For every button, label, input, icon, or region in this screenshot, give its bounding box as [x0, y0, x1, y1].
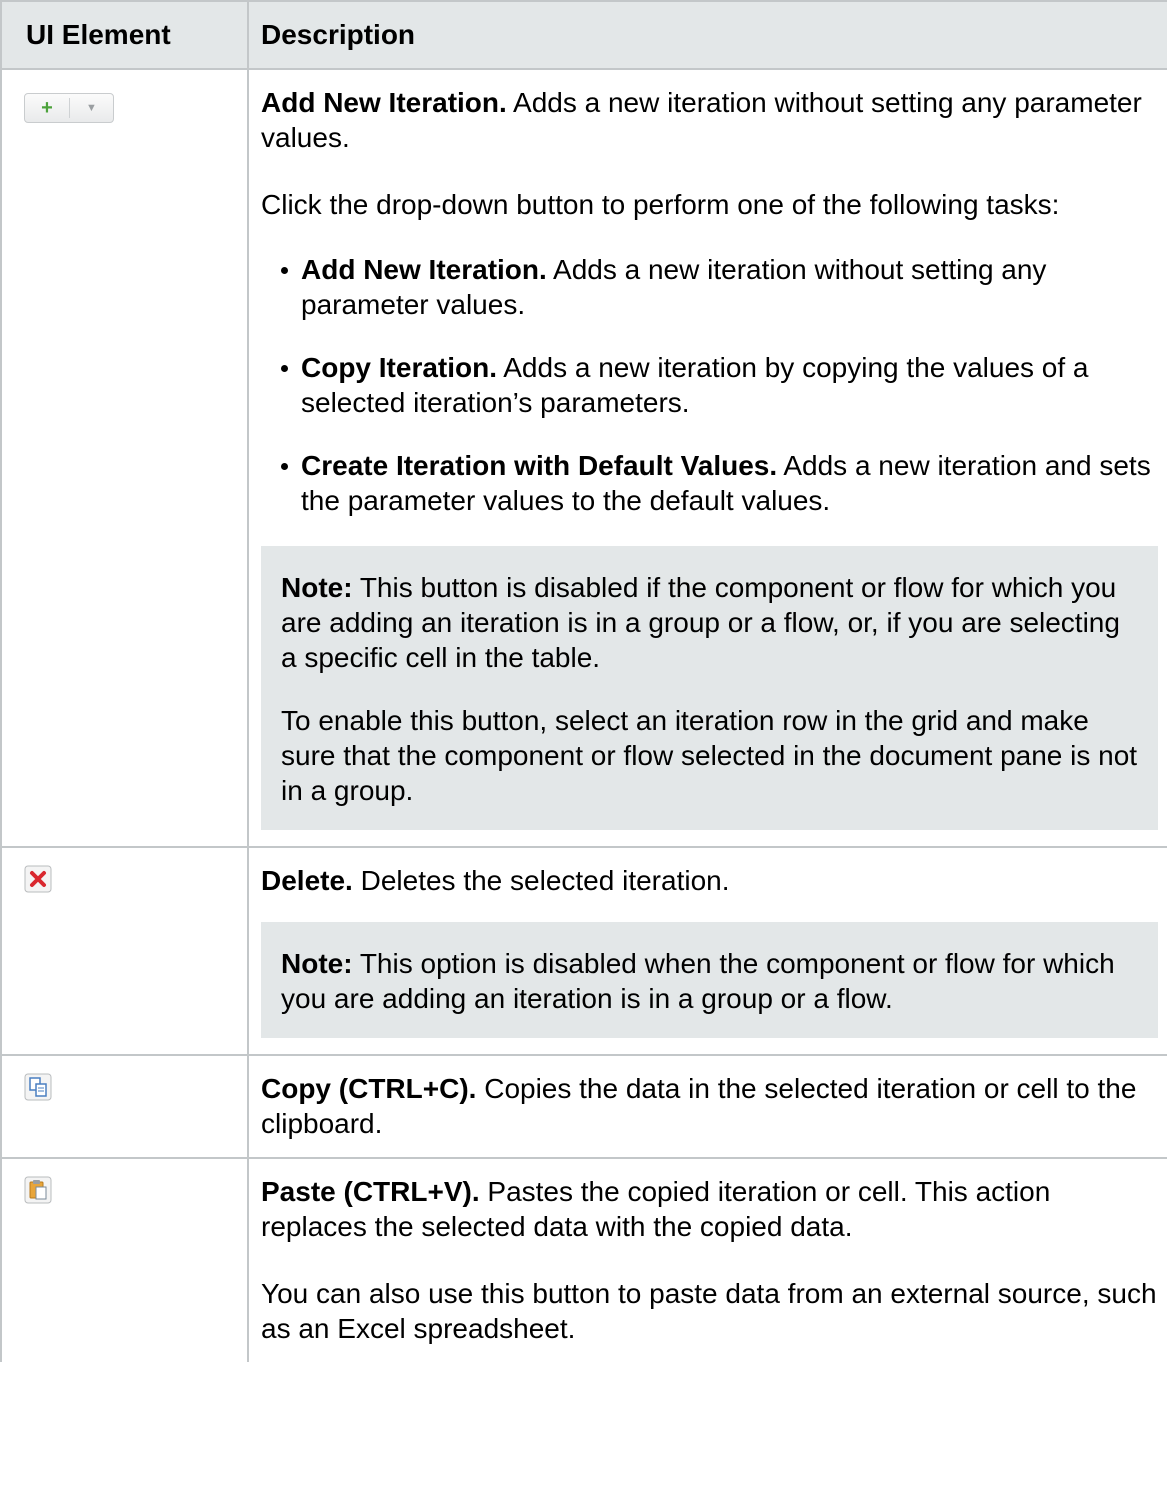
- note-label: Note:: [281, 572, 353, 603]
- option-title: Copy Iteration.: [301, 352, 498, 383]
- ui-element-cell: [0, 1158, 249, 1362]
- description-paragraph: Add New Iteration. Adds a new iteration …: [261, 85, 1158, 155]
- description-cell: Delete. Deletes the selected iteration. …: [247, 847, 1167, 1056]
- element-title: Add New Iteration.: [261, 87, 507, 118]
- description-cell: Copy (CTRL+C). Copies the data in the se…: [247, 1055, 1167, 1159]
- list-item: Add New Iteration. Adds a new iteration …: [261, 252, 1158, 322]
- note-label: Note:: [281, 948, 353, 979]
- option-title: Create Iteration with Default Values.: [301, 450, 778, 481]
- description-cell: Paste (CTRL+V). Pastes the copied iterat…: [247, 1158, 1167, 1362]
- list-item: Copy Iteration. Adds a new iteration by …: [261, 350, 1158, 420]
- element-description: Deletes the selected iteration.: [352, 865, 730, 896]
- table-header-row: UI Element Description: [0, 0, 1167, 70]
- ui-element-cell: + ▼: [0, 69, 249, 848]
- table-row: + ▼ Add New Iteration. Adds a new iterat…: [0, 69, 1167, 848]
- note-text: This button is disabled if the component…: [281, 572, 1120, 673]
- copy-icon: [24, 1073, 52, 1101]
- element-title: Copy (CTRL+C).: [261, 1073, 477, 1104]
- description-cell: Add New Iteration. Adds a new iteration …: [247, 69, 1167, 848]
- description-paragraph: Paste (CTRL+V). Pastes the copied iterat…: [261, 1174, 1158, 1244]
- table-row: Delete. Deletes the selected iteration. …: [0, 847, 1167, 1056]
- column-header-description: Description: [247, 0, 1167, 70]
- option-title: Add New Iteration.: [301, 254, 547, 285]
- note-box: Note: This button is disabled if the com…: [261, 546, 1158, 830]
- plus-icon: +: [41, 97, 53, 119]
- option-list: Add New Iteration. Adds a new iteration …: [261, 252, 1158, 518]
- paste-icon: [24, 1176, 52, 1204]
- add-iteration-split-button-icon: + ▼: [24, 93, 114, 123]
- description-paragraph: Click the drop-down button to perform on…: [261, 189, 1060, 220]
- ui-element-cell: [0, 847, 249, 1056]
- chevron-down-icon: ▼: [86, 102, 97, 114]
- description-paragraph: You can also use this button to paste da…: [261, 1278, 1157, 1344]
- table-row: Paste (CTRL+V). Pastes the copied iterat…: [0, 1158, 1167, 1362]
- delete-icon: [24, 865, 52, 893]
- ui-element-cell: [0, 1055, 249, 1159]
- note-paragraph: To enable this button, select an iterati…: [281, 705, 1138, 806]
- bullet-icon: [281, 463, 288, 470]
- note-paragraph: Note: This option is disabled when the c…: [281, 946, 1138, 1016]
- table-row: Copy (CTRL+C). Copies the data in the se…: [0, 1055, 1167, 1159]
- description-paragraph: Copy (CTRL+C). Copies the data in the se…: [261, 1071, 1158, 1141]
- list-item: Create Iteration with Default Values. Ad…: [261, 448, 1158, 518]
- element-title: Paste (CTRL+V).: [261, 1176, 480, 1207]
- description-paragraph: Delete. Deletes the selected iteration.: [261, 863, 1158, 898]
- note-text: This option is disabled when the compone…: [281, 948, 1115, 1014]
- ui-elements-table: UI Element Description + ▼ Add New Itera…: [0, 0, 1167, 1362]
- bullet-icon: [281, 267, 288, 274]
- bullet-icon: [281, 365, 288, 372]
- element-title: Delete.: [261, 865, 353, 896]
- note-box: Note: This option is disabled when the c…: [261, 922, 1158, 1038]
- note-paragraph: Note: This button is disabled if the com…: [281, 570, 1138, 675]
- column-header-ui-element: UI Element: [0, 0, 249, 70]
